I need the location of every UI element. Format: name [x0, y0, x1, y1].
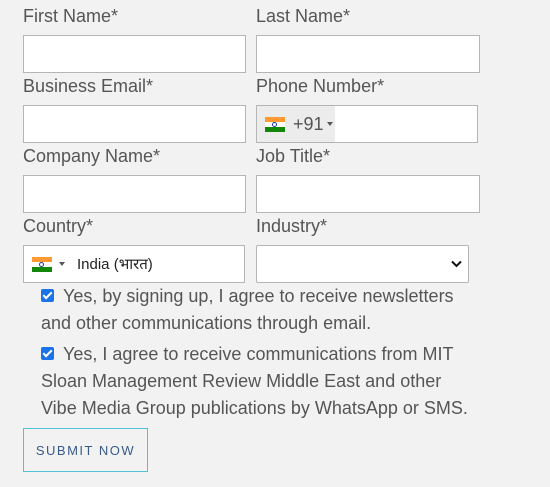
first-name-label: First Name* — [23, 6, 119, 26]
phone-number-label: Phone Number* — [256, 76, 385, 96]
chevron-down-icon — [59, 262, 65, 266]
company-name-label: Company Name* — [23, 146, 161, 166]
india-flag-icon — [265, 116, 285, 132]
newsletter-consent: Yes, by signing up, I agree to receive n… — [41, 283, 454, 337]
industry-select[interactable] — [256, 245, 469, 283]
chevron-down-icon — [326, 122, 333, 126]
last-name-label: Last Name* — [256, 6, 351, 26]
submit-button[interactable]: SUBMIT NOW — [23, 428, 148, 472]
whatsapp-consent-line2: Sloan Management Review Middle East and … — [41, 371, 442, 391]
whatsapp-consent-line1: Yes, I agree to receive communications f… — [63, 344, 454, 364]
whatsapp-consent-line3: Vibe Media Group publications by WhatsAp… — [41, 398, 468, 418]
first-name-input[interactable] — [23, 35, 246, 73]
business-email-input[interactable] — [23, 105, 246, 143]
india-flag-icon — [32, 256, 52, 272]
phone-number-input[interactable]: +91 — [256, 105, 478, 143]
phone-country-code: +91 — [293, 113, 324, 134]
newsletter-consent-line2: and other communications through email. — [41, 313, 372, 333]
whatsapp-consent: Yes, I agree to receive communications f… — [41, 341, 468, 422]
industry-label: Industry* — [256, 216, 328, 236]
chevron-down-icon — [451, 260, 462, 268]
country-value: India (भारत) — [77, 256, 153, 273]
company-name-input[interactable] — [23, 175, 246, 213]
newsletter-consent-line1: Yes, by signing up, I agree to receive n… — [63, 286, 454, 306]
country-select[interactable]: India (भारत) — [23, 245, 245, 283]
phone-country-code-dropdown[interactable]: +91 — [257, 106, 335, 142]
newsletter-consent-checkbox[interactable] — [41, 288, 54, 302]
last-name-input[interactable] — [256, 35, 480, 73]
country-label: Country* — [23, 216, 94, 236]
job-title-input[interactable] — [256, 175, 480, 213]
business-email-label: Business Email* — [23, 76, 154, 96]
job-title-label: Job Title* — [256, 146, 331, 166]
whatsapp-consent-checkbox[interactable] — [41, 346, 54, 360]
